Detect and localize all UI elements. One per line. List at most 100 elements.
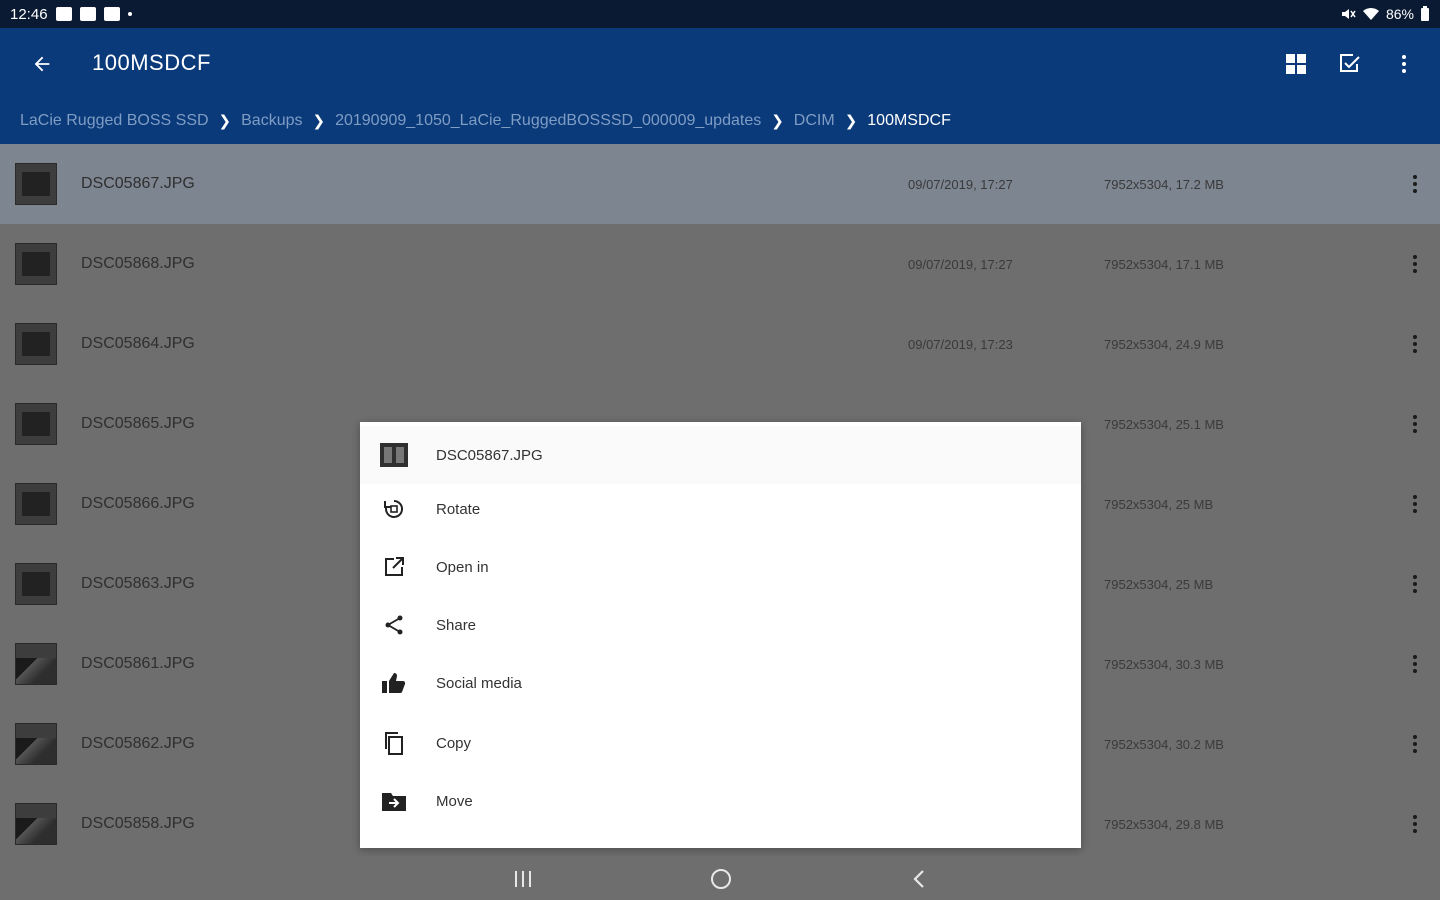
message-notification-icon bbox=[103, 7, 120, 21]
file-size: 7952x5304, 30.2 MB bbox=[1104, 736, 1224, 752]
breadcrumb-item[interactable]: Backups bbox=[241, 112, 302, 130]
menu-item-open-in[interactable]: Open in bbox=[360, 538, 1081, 596]
file-size: 7952x5304, 29.8 MB bbox=[1104, 816, 1224, 832]
file-thumbnail bbox=[15, 483, 57, 525]
overflow-menu-button[interactable] bbox=[1388, 48, 1420, 80]
more-vert-icon bbox=[1413, 175, 1417, 193]
home-circle-icon bbox=[711, 869, 731, 889]
chevron-right-icon: ❯ bbox=[771, 113, 784, 130]
more-vert-icon bbox=[1413, 815, 1417, 833]
thumbs-up-icon bbox=[380, 669, 408, 697]
file-name: DSC05867.JPG bbox=[81, 175, 195, 192]
file-date: 09/07/2019, 17:27 bbox=[908, 256, 1013, 272]
rotate-icon bbox=[380, 495, 408, 523]
file-more-button[interactable] bbox=[1404, 249, 1426, 279]
select-button[interactable] bbox=[1334, 48, 1366, 80]
breadcrumb-current[interactable]: 100MSDCF bbox=[867, 112, 951, 130]
open-in-icon bbox=[380, 553, 408, 581]
arrow-back-icon bbox=[34, 56, 50, 72]
status-left: 12:46 bbox=[10, 6, 132, 23]
menu-item-label: Move bbox=[436, 792, 473, 810]
more-vert-icon bbox=[1413, 735, 1417, 753]
menu-item-label: Social media bbox=[436, 674, 522, 692]
move-folder-icon bbox=[380, 787, 408, 815]
more-vert-icon bbox=[1413, 255, 1417, 273]
file-size: 7952x5304, 17.1 MB bbox=[1104, 256, 1224, 272]
file-size: 7952x5304, 25 MB bbox=[1104, 576, 1214, 592]
file-thumbnail bbox=[15, 323, 57, 365]
recent-apps-button[interactable] bbox=[508, 864, 538, 894]
recent-apps-icon bbox=[515, 871, 531, 887]
status-time: 12:46 bbox=[10, 5, 48, 23]
nav-back-button[interactable] bbox=[904, 864, 934, 894]
file-date: 09/07/2019, 17:23 bbox=[908, 336, 1013, 352]
chevron-right-icon: ❯ bbox=[844, 113, 858, 130]
file-thumbnail bbox=[15, 163, 57, 205]
menu-item-label: Open in bbox=[436, 558, 489, 576]
file-thumbnail bbox=[15, 563, 57, 605]
menu-item-social-media[interactable]: Social media bbox=[360, 654, 1081, 712]
file-name: DSC05863.JPG bbox=[81, 575, 195, 592]
app-bar: 100MSDCF LaCie Rugged BOSS SSD ❯ Backups… bbox=[0, 28, 1440, 144]
file-more-button[interactable] bbox=[1404, 809, 1426, 839]
file-name: DSC05868.JPG bbox=[81, 255, 195, 272]
file-more-button[interactable] bbox=[1404, 489, 1426, 519]
menu-item-share[interactable]: Share bbox=[360, 596, 1081, 654]
more-vert-icon bbox=[1413, 335, 1417, 353]
file-more-button[interactable] bbox=[1404, 329, 1426, 359]
file-name: DSC05861.JPG bbox=[81, 655, 195, 672]
file-thumbnail bbox=[15, 243, 57, 285]
checkbox-select-icon bbox=[1340, 54, 1360, 72]
chevron-right-icon: ❯ bbox=[218, 113, 232, 130]
menu-item-move[interactable]: Move bbox=[360, 772, 1081, 830]
file-more-button[interactable] bbox=[1404, 729, 1426, 759]
more-vert-icon bbox=[1402, 55, 1406, 73]
file-row[interactable]: DSC05868.JPG 09/07/2019, 17:27 7952x5304… bbox=[0, 224, 1440, 304]
more-vert-icon bbox=[1413, 575, 1417, 593]
file-more-button[interactable] bbox=[1404, 649, 1426, 679]
file-name: DSC05864.JPG bbox=[81, 335, 195, 352]
sheet-file-name: DSC05867.JPG bbox=[436, 446, 543, 464]
file-size: 7952x5304, 25.1 MB bbox=[1104, 416, 1224, 432]
file-row[interactable]: DSC05867.JPG 09/07/2019, 17:27 7952x5304… bbox=[0, 144, 1440, 224]
more-vert-icon bbox=[1413, 655, 1417, 673]
file-name: DSC05865.JPG bbox=[81, 415, 195, 432]
battery-icon bbox=[1421, 6, 1429, 21]
chevron-right-icon: ❯ bbox=[312, 113, 326, 130]
more-vert-icon bbox=[1413, 415, 1417, 433]
breadcrumb-item[interactable]: LaCie Rugged BOSS SSD bbox=[20, 112, 209, 130]
home-button[interactable] bbox=[706, 864, 736, 894]
share-icon bbox=[380, 611, 408, 639]
menu-item-copy[interactable]: Copy bbox=[360, 714, 1081, 772]
sheet-file-thumbnail bbox=[380, 441, 408, 469]
file-thumbnail bbox=[15, 803, 57, 845]
file-name: DSC05862.JPG bbox=[81, 735, 195, 752]
file-thumbnail bbox=[15, 643, 57, 685]
sheet-file-header: DSC05867.JPG bbox=[360, 426, 1081, 484]
more-vert-icon bbox=[1413, 495, 1417, 513]
gallery-notification-icon bbox=[55, 7, 72, 21]
menu-item-label: Share bbox=[436, 616, 477, 634]
file-row[interactable]: DSC05864.JPG 09/07/2019, 17:23 7952x5304… bbox=[0, 304, 1440, 384]
grid-view-button[interactable] bbox=[1280, 48, 1312, 80]
file-size: 7952x5304, 25 MB bbox=[1104, 496, 1214, 512]
file-date: 09/07/2019, 17:27 bbox=[908, 176, 1013, 192]
file-more-button[interactable] bbox=[1404, 409, 1426, 439]
breadcrumb-item[interactable]: 20190909_1050_LaCie_RuggedBOSSSD_000009_… bbox=[335, 112, 761, 130]
file-size: 7952x5304, 24.9 MB bbox=[1104, 336, 1224, 352]
file-more-button[interactable] bbox=[1404, 569, 1426, 599]
file-more-button[interactable] bbox=[1404, 169, 1426, 199]
menu-item-rotate[interactable]: Rotate bbox=[360, 480, 1081, 538]
chevron-left-icon bbox=[913, 870, 924, 888]
file-thumbnail bbox=[15, 403, 57, 445]
breadcrumb-item[interactable]: DCIM bbox=[794, 112, 835, 130]
file-size: 7952x5304, 17.2 MB bbox=[1104, 176, 1224, 192]
breadcrumb: LaCie Rugged BOSS SSD ❯ Backups ❯ 201909… bbox=[20, 112, 951, 130]
back-button[interactable] bbox=[26, 48, 58, 80]
menu-item-label: Copy bbox=[436, 734, 472, 752]
menu-item-label: Rotate bbox=[436, 500, 481, 518]
copy-icon bbox=[380, 729, 408, 757]
file-actions-sheet: DSC05867.JPG Rotate Open in Share Social… bbox=[360, 422, 1081, 848]
file-name: DSC05858.JPG bbox=[81, 815, 195, 832]
battery-percent: 86% bbox=[1385, 6, 1414, 22]
